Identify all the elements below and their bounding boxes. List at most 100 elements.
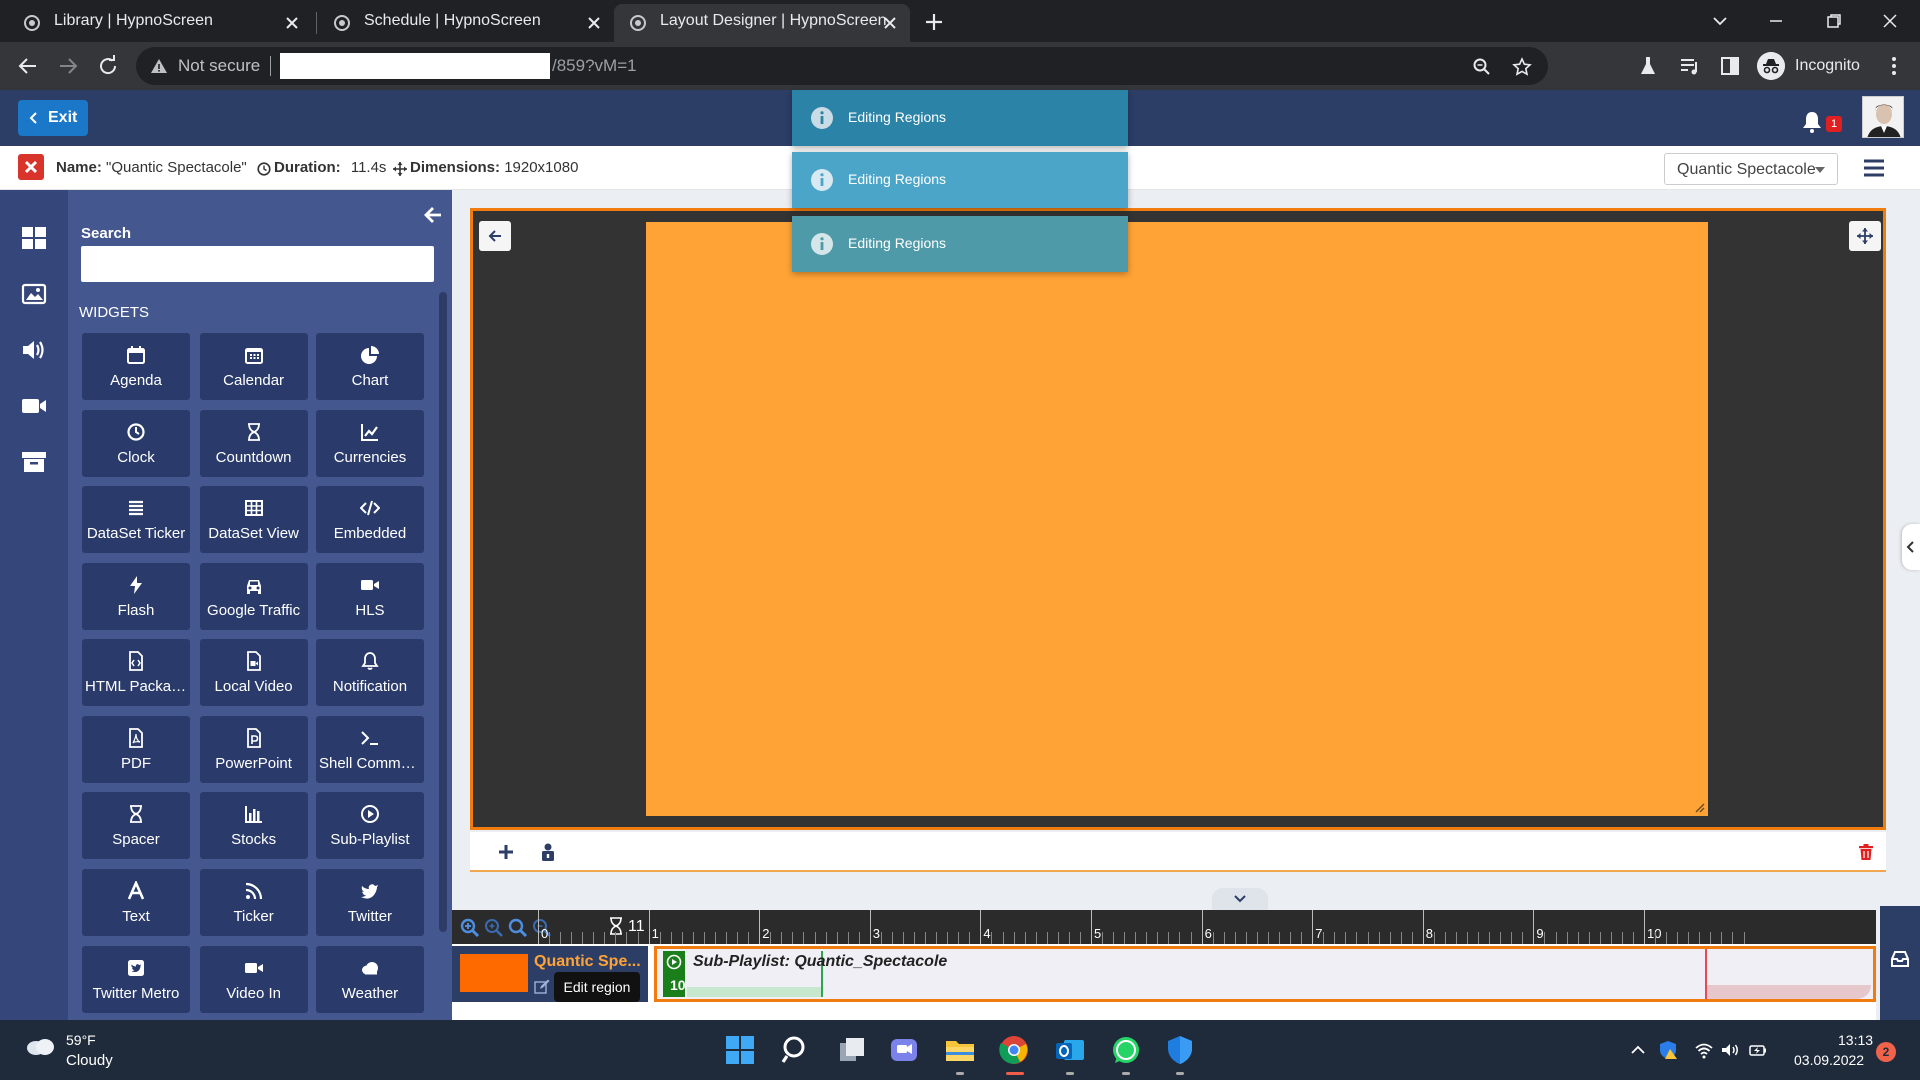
widget-hls[interactable]: HLS [315, 562, 424, 630]
bookmark-star-icon[interactable] [1512, 57, 1532, 77]
zoom-reset-icon[interactable] [508, 918, 528, 938]
speaker-volume-icon[interactable] [1720, 1040, 1740, 1060]
widget-powerpoint[interactable]: PowerPoint [199, 715, 308, 783]
widget-clock[interactable]: Clock [82, 409, 190, 477]
zoom-magnifier-icon[interactable] [1472, 57, 1492, 77]
widgets-grid-icon[interactable] [20, 224, 48, 252]
widget-stocks[interactable]: Stocks [199, 792, 308, 860]
layout-region[interactable] [646, 222, 1708, 816]
trash-icon[interactable] [1856, 842, 1876, 862]
widget-twitter-metro[interactable]: Twitter Metro [82, 945, 190, 1013]
widget-ticker[interactable]: Ticker [199, 868, 308, 936]
cloud-weather-icon[interactable] [24, 1034, 56, 1056]
weather-temperature[interactable]: 59°F [66, 1032, 96, 1048]
browser-tab-library[interactable]: Library | HypnoScreen [8, 4, 312, 42]
browser-tab-layout-designer[interactable]: Layout Designer | HypnoScreen [614, 4, 910, 42]
task-view-icon[interactable] [836, 1034, 868, 1066]
widget-video-in[interactable]: Video In [199, 945, 308, 1013]
canvas-back-button[interactable] [479, 221, 511, 251]
security-warning-shield-icon[interactable] [1658, 1040, 1678, 1060]
taskbar-time[interactable]: 13:13 [1838, 1032, 1873, 1048]
widget-google-traffic[interactable]: Google Traffic [199, 562, 308, 630]
widget-notification[interactable]: Notification [315, 639, 424, 707]
right-properties-toggle[interactable] [1880, 906, 1920, 1020]
minimize-icon[interactable] [1764, 9, 1788, 33]
widget-local-video[interactable]: Local Video [199, 639, 308, 707]
widget-search-input[interactable] [81, 246, 434, 282]
forward-arrow-icon[interactable] [56, 54, 80, 78]
add-region-plus-icon[interactable] [496, 842, 516, 862]
layout-select-dropdown[interactable]: Quantic Spectacole [1664, 153, 1838, 185]
audio-volume-icon[interactable] [20, 336, 48, 364]
teams-chat-icon[interactable] [888, 1034, 920, 1066]
widget-spacer[interactable]: Spacer [82, 792, 190, 860]
widget-html-package[interactable]: HTML Package [82, 639, 190, 707]
url-text[interactable]: /859?vM=1 [552, 56, 637, 76]
security-label[interactable]: Not secure [178, 56, 260, 76]
outlook-icon[interactable] [1054, 1034, 1086, 1066]
hamburger-menu-icon[interactable] [1862, 158, 1886, 178]
widget-calendar[interactable]: Calendar [199, 333, 308, 400]
right-panel-expand-button[interactable] [1902, 524, 1920, 570]
close-designer-button[interactable] [18, 154, 44, 180]
browser-tab-schedule[interactable]: Schedule | HypnoScreen [318, 4, 614, 42]
exit-button[interactable]: Exit [18, 100, 88, 136]
image-icon[interactable] [20, 280, 48, 308]
incognito-profile-button[interactable]: Incognito [1757, 50, 1875, 82]
widget-shell-comma[interactable]: Shell Comma... [315, 715, 424, 783]
widget-flash[interactable]: Flash [82, 562, 190, 630]
toast-notification[interactable]: Editing Regions [792, 216, 1128, 272]
restore-icon[interactable] [1822, 9, 1846, 33]
archive-box-icon[interactable] [20, 448, 48, 476]
widget-embedded[interactable]: Embedded [315, 486, 424, 554]
side-panel-icon[interactable] [1718, 54, 1742, 78]
defender-shield-icon[interactable] [1164, 1034, 1196, 1066]
resize-grip-icon[interactable] [1695, 803, 1705, 813]
search-icon[interactable] [780, 1034, 812, 1066]
widget-dataset-ticker[interactable]: DataSet Ticker [82, 486, 190, 554]
address-bar[interactable]: Not secure /859?vM=1 [136, 47, 1548, 85]
close-tab-icon[interactable] [882, 15, 898, 31]
warning-triangle-icon[interactable] [150, 57, 168, 75]
tray-overflow-chevron-icon[interactable] [1628, 1040, 1648, 1060]
widget-sub-playlist[interactable]: Sub-Playlist [315, 792, 424, 860]
subplaylist-track[interactable]: 10 Sub-Playlist: Quantic_Spectacole [654, 946, 1876, 1002]
zoom-in-small-icon[interactable] [484, 918, 504, 938]
lock-user-icon[interactable] [538, 842, 558, 862]
toast-notification[interactable]: Editing Regions [792, 152, 1128, 208]
weather-condition[interactable]: Cloudy [66, 1052, 113, 1069]
zoom-in-icon[interactable] [460, 918, 480, 938]
chrome-beta-icon[interactable] [998, 1034, 1030, 1066]
edit-region-icon[interactable] [534, 979, 550, 995]
wifi-icon[interactable] [1694, 1040, 1714, 1060]
close-tab-icon[interactable] [284, 15, 300, 31]
collapse-panel-arrow-icon[interactable] [422, 204, 444, 226]
widget-chart[interactable]: Chart [315, 333, 424, 400]
back-arrow-icon[interactable] [16, 54, 40, 78]
widget-pdf[interactable]: PDF [82, 715, 190, 783]
timeline-collapse-toggle[interactable] [1212, 888, 1268, 910]
whatsapp-icon[interactable] [1110, 1034, 1142, 1066]
new-tab-icon[interactable] [922, 10, 946, 34]
widget-twitter[interactable]: Twitter [315, 868, 424, 936]
canvas-move-button[interactable] [1849, 221, 1881, 251]
toast-notification[interactable]: Editing Regions [792, 90, 1128, 146]
user-avatar[interactable] [1862, 96, 1904, 138]
widget-dataset-view[interactable]: DataSet View [199, 486, 308, 554]
notification-center-badge[interactable]: 2 [1876, 1042, 1896, 1062]
video-camera-icon[interactable] [20, 392, 48, 420]
reload-icon[interactable] [96, 54, 120, 78]
browser-menu-icon[interactable] [1882, 54, 1906, 78]
battery-charging-icon[interactable] [1748, 1040, 1768, 1060]
widget-text[interactable]: Text [82, 868, 190, 936]
close-tab-icon[interactable] [586, 15, 602, 31]
media-queue-icon[interactable] [1678, 54, 1702, 78]
notifications-bell-icon[interactable] [1800, 110, 1824, 134]
widget-weather[interactable]: Weather [315, 945, 424, 1013]
windows-start-icon[interactable] [724, 1034, 756, 1066]
tab-search-chevron-icon[interactable] [1708, 9, 1732, 33]
widget-currencies[interactable]: Currencies [315, 409, 424, 477]
taskbar-date[interactable]: 03.09.2022 [1794, 1052, 1864, 1068]
close-window-icon[interactable] [1878, 9, 1902, 33]
widget-agenda[interactable]: Agenda [82, 333, 190, 400]
